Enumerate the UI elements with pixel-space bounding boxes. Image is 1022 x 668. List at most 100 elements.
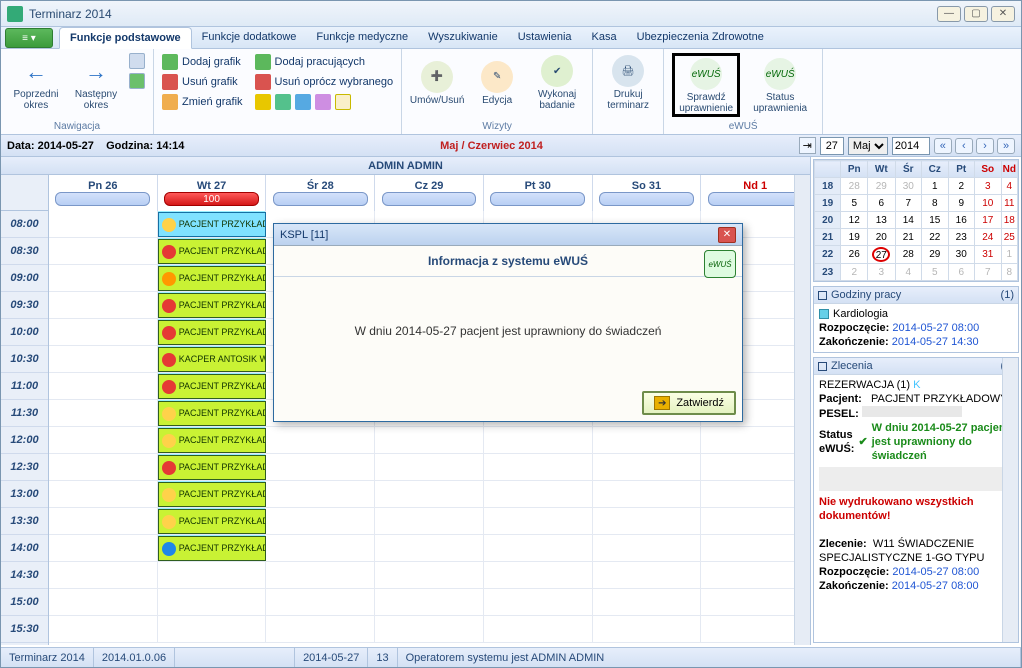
minus-icon: [255, 74, 271, 90]
day-pill[interactable]: 100: [164, 192, 259, 206]
vertical-scrollbar[interactable]: [794, 175, 810, 645]
appointment[interactable]: PACJENT PRZYKŁADOWY: [158, 293, 267, 318]
mini-calendar[interactable]: PnWtŚrCzPtSoNd18282930123419567891011201…: [813, 159, 1019, 282]
next-period-button[interactable]: Następny okres: [69, 53, 123, 111]
tab-funkcje-dodatkowe[interactable]: Funkcje dodatkowe: [192, 27, 307, 48]
drukuj-button[interactable]: 🖨 Drukuj terminarz: [601, 53, 655, 111]
day-pill[interactable]: [273, 192, 368, 206]
tab-kasa[interactable]: Kasa: [582, 27, 627, 48]
appointment[interactable]: PACJENT PRZYKŁADOWY: [158, 455, 267, 480]
add-grafik-button[interactable]: Dodaj grafik: [162, 53, 243, 71]
group-nawigacja: Nawigacja: [9, 120, 145, 132]
collapse-icon[interactable]: [818, 362, 827, 371]
first-button[interactable]: «: [934, 138, 952, 154]
printer-icon: 🖨: [612, 55, 644, 87]
tab-funkcje-podstawowe[interactable]: Funkcje podstawowe: [59, 27, 192, 49]
del-except-button[interactable]: Usuń oprócz wybranego: [255, 73, 394, 91]
plus-icon: [255, 54, 271, 70]
last-button[interactable]: »: [997, 138, 1015, 154]
refresh-icon[interactable]: [129, 73, 145, 89]
wykonaj-badanie-button[interactable]: ✔ Wykonaj badanie: [530, 53, 584, 111]
appointment-text: PACJENT PRZYKŁADOWY D: [179, 328, 267, 337]
day-pill[interactable]: [382, 192, 477, 206]
color-icon: [315, 94, 331, 110]
color-icon: [275, 94, 291, 110]
appointment-text: PACJENT PRZYKŁADOWY: [179, 517, 267, 526]
group-wizyty: Wizyty: [410, 120, 584, 132]
day-pill[interactable]: [55, 192, 150, 206]
main-menu-button[interactable]: ≡ ▾: [5, 28, 53, 48]
status-date: 2014-05-27: [295, 648, 368, 667]
year-input[interactable]: [892, 137, 930, 155]
time-slot: 09:30: [1, 292, 48, 319]
status-icon: [162, 353, 176, 367]
status-icon: [162, 380, 176, 394]
day-input[interactable]: [820, 137, 844, 155]
close-button[interactable]: ✕: [991, 6, 1015, 22]
time-slot: 10:00: [1, 319, 48, 346]
goto-icon[interactable]: ⇥: [799, 137, 816, 154]
check-icon: ✔: [858, 435, 867, 449]
tab-ubezpieczenia[interactable]: Ubezpieczenia Zdrowotne: [627, 27, 774, 48]
appointment[interactable]: KACPER ANTOSIK W11 ŚWIADCZENIE: [158, 347, 267, 372]
current-date: Data: 2014-05-27 Godzina: 14:14: [7, 140, 184, 152]
edycja-button[interactable]: ✎ Edycja: [470, 53, 524, 111]
calendar-icon[interactable]: [129, 53, 145, 69]
time-slot: 13:00: [1, 481, 48, 508]
plus-icon: [162, 54, 178, 70]
status-app: Terminarz 2014: [1, 648, 94, 667]
ewus-logo-icon: eWUŚ: [704, 250, 736, 278]
appointment[interactable]: PACJENT PRZYKŁADOWY: [158, 374, 267, 399]
color-icon: [255, 94, 271, 110]
dept-name: Kardiologia: [833, 307, 888, 321]
sprawdz-uprawnienie-button[interactable]: eWUŚ Sprawdź uprawnienie: [672, 53, 740, 117]
minimize-button[interactable]: —: [937, 6, 961, 22]
edit-grafik-button[interactable]: Zmień grafik: [162, 93, 243, 111]
appointment[interactable]: PACJENT PRZYKŁADOWY: [158, 266, 267, 291]
appointment-text: PACJENT PRZYKŁADOWY: [179, 301, 267, 310]
appointment[interactable]: PACJENT PRZYKŁADOWY D: [158, 320, 267, 345]
panel-scrollbar[interactable]: [1002, 358, 1018, 642]
appointment[interactable]: PACJENT PRZYKŁADOWY: [158, 239, 267, 264]
dialog-close-button[interactable]: ✕: [718, 227, 736, 243]
appointment[interactable]: PACJENT PRZYKŁADOWY: [158, 509, 267, 534]
collapse-icon[interactable]: [818, 291, 827, 300]
umow-usun-button[interactable]: ➕ Umów/Usuń: [410, 53, 464, 111]
appointment-icon: ➕: [421, 61, 453, 93]
status-version: 2014.01.0.06: [94, 648, 175, 667]
appointment[interactable]: PACJENT PRZYKŁADOWY: [158, 482, 267, 507]
appointment[interactable]: PACJENT PRZYKŁADOWY: [158, 212, 267, 237]
edit-icon: [162, 94, 178, 110]
orders-panel-title: Zlecenia: [831, 360, 873, 372]
appointment-text: KACPER ANTOSIK W11 ŚWIADCZENIE: [179, 355, 267, 364]
maximize-button[interactable]: ▢: [964, 6, 988, 22]
confirm-button[interactable]: ➔ Zatwierdź: [642, 391, 736, 415]
day-pill[interactable]: [599, 192, 694, 206]
appointment[interactable]: PACJENT PRZYKŁADOWY U: [158, 536, 267, 561]
appointment[interactable]: PACJENT PRZYKŁADOWY: [158, 428, 267, 453]
color-presets[interactable]: [255, 93, 394, 111]
month-select[interactable]: Maj: [848, 137, 888, 155]
day-header-label: Cz 29: [415, 180, 444, 192]
day-pill[interactable]: [708, 192, 803, 206]
prev-button[interactable]: ‹: [955, 138, 973, 154]
color-icon: [295, 94, 311, 110]
status-icon: [162, 434, 176, 448]
prev-period-button[interactable]: Poprzedni okres: [9, 53, 63, 111]
day-header-label: Pn 26: [88, 180, 117, 192]
time-slot: 11:00: [1, 373, 48, 400]
status-icon: [162, 326, 176, 340]
del-grafik-button[interactable]: Usuń grafik: [162, 73, 243, 91]
tab-wyszukiwanie[interactable]: Wyszukiwanie: [418, 27, 508, 48]
day-pill[interactable]: [490, 192, 585, 206]
hours-panel-count: (1): [1001, 289, 1014, 301]
tab-funkcje-medyczne[interactable]: Funkcje medyczne: [306, 27, 418, 48]
status-uprawnienia-button[interactable]: eWUŚ Status uprawnienia: [746, 53, 814, 117]
add-working-button[interactable]: Dodaj pracujących: [255, 53, 394, 71]
status-icon: [162, 299, 176, 313]
next-button[interactable]: ›: [976, 138, 994, 154]
tab-ustawienia[interactable]: Ustawienia: [508, 27, 582, 48]
status-icon: [162, 542, 176, 556]
appointment-text: PACJENT PRZYKŁADOWY: [179, 274, 267, 283]
appointment[interactable]: PACJENT PRZYKŁADOWY: [158, 401, 267, 426]
